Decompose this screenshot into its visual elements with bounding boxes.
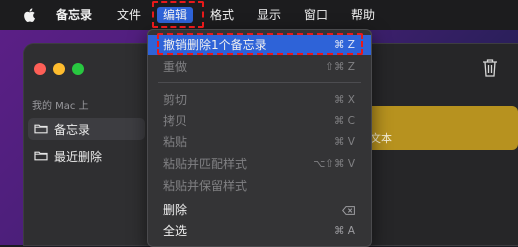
- menu-help[interactable]: 帮助: [351, 7, 375, 23]
- zoom-window-button[interactable]: [72, 63, 84, 75]
- menu-item-paste-match-style[interactable]: 粘贴并匹配样式 ⌥⇧⌘ V: [148, 154, 371, 174]
- close-window-button[interactable]: [34, 63, 46, 75]
- menu-item-redo[interactable]: 重做 ⇧⌘ Z: [148, 57, 371, 77]
- sidebar-item-label: 备忘录: [54, 123, 91, 137]
- menu-item-label: 删除: [163, 203, 188, 217]
- menu-item-shortcut: ⌥⇧⌘ V: [313, 158, 355, 170]
- menu-item-label: 重做: [163, 60, 188, 74]
- menu-item-label: 粘贴: [163, 135, 188, 149]
- menu-item-shortcut: ⌘ A: [333, 225, 355, 237]
- menu-app-name[interactable]: 备忘录: [56, 7, 92, 23]
- menu-item-shortcut: ⌘ V: [333, 136, 355, 148]
- menu-format[interactable]: 格式: [210, 7, 234, 23]
- sidebar-item-label: 最近删除: [54, 150, 103, 164]
- menu-item-shortcut: ⌘ C: [333, 115, 355, 127]
- menu-item-copy[interactable]: 拷贝 ⌘ C: [148, 111, 371, 131]
- menu-item-label: 剪切: [163, 93, 188, 107]
- trash-icon[interactable]: [482, 58, 498, 78]
- menu-bar: 备忘录 文件 编辑 格式 显示 窗口 帮助: [0, 0, 518, 30]
- menu-item-delete[interactable]: 删除: [148, 200, 371, 220]
- menu-item-label: 粘贴并保留样式: [163, 179, 248, 193]
- menu-item-shortcut: ⇧⌘ Z: [325, 61, 355, 73]
- delete-key-icon: [342, 206, 355, 215]
- menu-item-label: 粘贴并匹配样式: [163, 157, 248, 171]
- sidebar-item-recently-deleted[interactable]: 最近删除: [28, 145, 145, 167]
- menu-item-cut[interactable]: 剪切 ⌘ X: [148, 90, 371, 110]
- folder-icon: [34, 124, 48, 134]
- menu-separator: [158, 82, 361, 83]
- menu-file[interactable]: 文件: [117, 7, 141, 23]
- menu-item-paste[interactable]: 粘贴 ⌘ V: [148, 132, 371, 152]
- menu-item-paste-keep-style[interactable]: 粘贴并保留样式: [148, 176, 371, 196]
- note-preview-text: 文本: [370, 132, 392, 145]
- annotation-highlight-undo-item: [157, 33, 363, 55]
- apple-logo-icon[interactable]: [22, 7, 36, 23]
- menu-view[interactable]: 显示: [257, 7, 281, 23]
- sidebar-item-notes[interactable]: 备忘录: [28, 118, 145, 140]
- sidebar-section-label: 我的 Mac 上: [32, 101, 89, 112]
- menu-window[interactable]: 窗口: [304, 7, 328, 23]
- menu-item-label: 拷贝: [163, 114, 188, 128]
- annotation-highlight-edit-menu: [152, 1, 204, 28]
- folder-icon: [34, 151, 48, 161]
- menu-item-shortcut: ⌘ X: [333, 94, 355, 106]
- minimize-window-button[interactable]: [53, 63, 65, 75]
- menu-item-select-all[interactable]: 全选 ⌘ A: [148, 221, 371, 241]
- menu-item-label: 全选: [163, 224, 188, 238]
- sidebar: 我的 Mac 上 备忘录 最近删除: [24, 44, 150, 245]
- edit-menu-dropdown: 撤销删除1个备忘录 ⌘ Z 重做 ⇧⌘ Z 剪切 ⌘ X 拷贝 ⌘ C 粘贴 ⌘…: [147, 29, 372, 247]
